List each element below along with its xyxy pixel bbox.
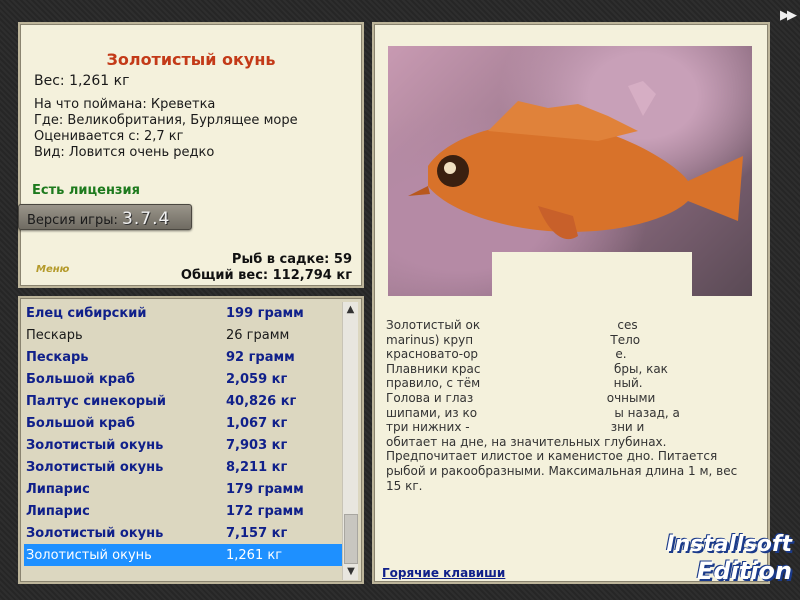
catch-row[interactable]: Золотистый окунь 1,261 кг <box>24 544 342 566</box>
hotkeys-link[interactable]: Горячие клавиши <box>382 566 505 580</box>
description-line: три нижних - зни и <box>386 420 645 435</box>
rarity: Вид: Ловится очень редко <box>34 145 215 160</box>
fish-detail-panel: Золотистый ок ces marinus) круп Тело красн… <box>372 22 770 584</box>
catch-row[interactable]: Большой краб 1,067 кг <box>24 412 342 434</box>
catch-weight: 172 грамм <box>226 503 304 519</box>
scroll-up-icon[interactable]: ▲ <box>343 302 358 318</box>
catch-name: Липарис <box>26 481 90 497</box>
version-badge: Версия игры: 3.7.4 <box>18 204 192 230</box>
catch-name: Большой краб <box>26 371 135 387</box>
description-line: marinus) круп Тело <box>386 332 641 347</box>
catch-name: Золотистый окунь <box>26 547 152 563</box>
description-line: Золотистый ок ces <box>386 318 638 332</box>
scroll-down-icon[interactable]: ▼ <box>343 564 359 580</box>
cage-stats: Рыб в садке: 59 Общий вес: 112,794 кг <box>181 252 352 284</box>
description-line: Плавники крас бры, как <box>386 361 668 376</box>
fish-in-cage: Рыб в садке: 59 <box>231 252 352 267</box>
catch-row[interactable]: Золотистый окунь 7,903 кг <box>24 434 342 456</box>
location: Где: Великобритания, Бурлящее море <box>34 113 298 128</box>
catch-row[interactable]: Пескарь 26 грамм <box>24 324 342 346</box>
catch-name: Липарис <box>26 503 90 519</box>
catch-name: Палтус синекорый <box>26 393 166 409</box>
description-line: рыбой и ракообразными. Максимальная длин… <box>386 463 738 478</box>
catch-name: Большой краб <box>26 415 135 431</box>
catch-weight: 26 грамм <box>226 327 290 343</box>
catch-weight: 179 грамм <box>226 481 304 497</box>
catch-weight: 7,903 кг <box>226 437 288 453</box>
catch-row[interactable]: Большой краб 2,059 кг <box>24 368 342 390</box>
catch-name: Золотистый окунь <box>26 437 164 453</box>
catch-weight: 7,157 кг <box>226 525 288 541</box>
catch-weight: 1,261 кг <box>226 547 283 563</box>
catch-row[interactable]: Липарис 179 грамм <box>24 478 342 500</box>
description-line: 15 кг. <box>386 478 423 493</box>
catch-weight: 8,211 кг <box>226 459 288 475</box>
catch-row[interactable]: Пескарь 92 грамм <box>24 346 342 368</box>
fish-photo <box>388 46 752 296</box>
catch-name: Пескарь <box>26 349 89 365</box>
description-line: Голова и глаз очными <box>386 390 656 405</box>
watermark-line2: Edition <box>696 557 792 585</box>
watermark-line1: Installsoft <box>666 532 792 557</box>
catch-name: Золотистый окунь <box>26 459 164 475</box>
catch-weight: 92 грамм <box>226 349 295 365</box>
description-line: правило, с тём ный. <box>386 376 643 391</box>
catch-weight: 2,059 кг <box>226 371 288 387</box>
caught-on: На что поймана: Креветка <box>34 97 216 112</box>
fish-description: Золотистый ок ces marinus) круп Тело красн… <box>386 318 756 493</box>
description-line: красновато-ор е. <box>386 347 627 362</box>
catch-name: Пескарь <box>26 327 83 343</box>
catch-row[interactable]: Палтус синекорый 40,826 кг <box>24 390 342 412</box>
version-number: 3.7.4 <box>122 209 171 229</box>
total-weight: Общий вес: 112,794 кг <box>180 268 352 283</box>
catch-weight: 1,067 кг <box>226 415 288 431</box>
description-line: шипами, из ко ы назад, а <box>386 405 680 420</box>
catch-list[interactable]: Елец сибирский 199 грамм Пескарь 26 грамм Пе… <box>24 302 342 566</box>
catch-row[interactable]: Золотистый окунь 7,157 кг <box>24 522 342 544</box>
license-status: Есть лицензия <box>32 183 140 198</box>
fish-title: Золотистый окунь <box>106 50 276 69</box>
version-label: Версия игры: <box>27 213 118 228</box>
photo-overlay <box>492 252 692 296</box>
description-line: Предпочитает илистое и каменистое дно. П… <box>386 449 718 464</box>
fish-weight: Вес: 1,261 кг <box>34 73 130 89</box>
catch-name: Елец сибирский <box>26 305 147 321</box>
valued-from: Оценивается с: 2,7 кг <box>34 129 184 144</box>
catch-row[interactable]: Елец сибирский 199 грамм <box>24 302 342 324</box>
fish-info-panel: Золотистый окунь Вес: 1,261 кг На что по… <box>18 22 364 288</box>
catch-weight: 199 грамм <box>226 305 304 321</box>
catch-row[interactable]: Липарис 172 грамм <box>24 500 342 522</box>
menu-link[interactable]: Меню <box>36 264 69 275</box>
catch-name: Золотистый окунь <box>26 525 164 541</box>
watermark-logo: Installsoft Edition <box>666 532 792 584</box>
catch-row[interactable]: Золотистый окунь 8,211 кг <box>24 456 342 478</box>
description-line: обитает на дне, на значительных глубинах… <box>386 434 667 449</box>
catch-weight: 40,826 кг <box>226 393 297 409</box>
scrollbar[interactable]: ▲ ▼ <box>342 302 358 580</box>
catch-list-panel: Елец сибирский 199 грамм Пескарь 26 грамм Пе… <box>18 296 364 584</box>
fish-details: На что поймана: Креветка Где: Великобрит… <box>34 97 298 161</box>
fast-forward-icon[interactable]: ▶▶ <box>780 8 797 23</box>
scroll-thumb[interactable] <box>344 514 358 564</box>
